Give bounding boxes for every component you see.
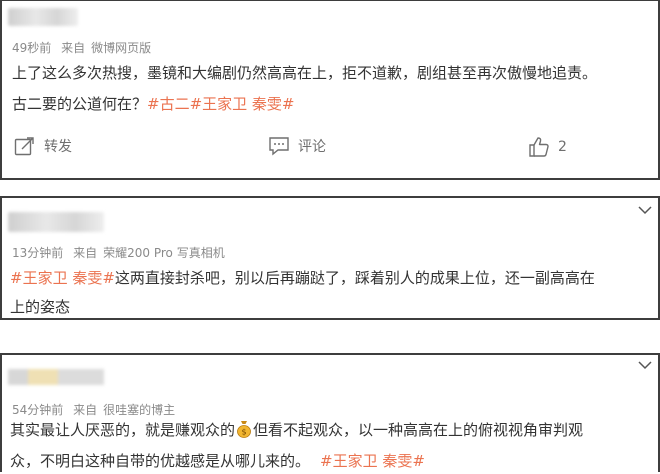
like-button[interactable]: 2 — [528, 136, 567, 158]
comment-line: 众，不明白这种自带的优越感是从哪儿来的。 #王家卫 秦雯# — [10, 448, 655, 474]
comment-text-fragment: 其实最让人厌恶的，就是赚观众的 — [10, 421, 236, 439]
username-blurred[interactable] — [8, 212, 104, 232]
svg-text:$: $ — [241, 428, 246, 437]
hashtag-link[interactable]: #王家卫 秦雯# — [320, 452, 425, 470]
comment-icon — [268, 136, 290, 156]
repost-button[interactable]: 转发 — [14, 136, 72, 156]
chevron-down-icon[interactable] — [638, 360, 652, 370]
hashtag-link[interactable]: #王家卫 秦雯# — [190, 95, 295, 113]
comment-card-3: 54分钟前 来自 很哇塞的博主 其实最让人厌恶的，就是赚观众的 $ 但看不起观众，… — [0, 353, 660, 472]
username-blurred[interactable] — [8, 367, 104, 387]
hashtag-link[interactable]: #古二 — [147, 95, 190, 113]
comment-meta: 13分钟前 来自 荣耀200 Pro 写真相机 — [12, 244, 231, 261]
timestamp: 54分钟前 — [12, 403, 64, 417]
hashtag-link[interactable]: #王家卫 秦雯# — [10, 269, 115, 287]
comment-line: 上了这么多次热搜，墨镜和大编剧仍然高高在上，拒不道歉，剧组甚至再次傲慢地追责。 — [12, 64, 598, 82]
money-bag-emoji: $ — [236, 420, 252, 446]
comment-text: 其实最让人厌恶的，就是赚观众的 $ 但看不起观众，以一种高高在上的俯视视角审判观… — [10, 417, 655, 474]
comment-label: 评论 — [298, 139, 326, 155]
source-prefix: 来自 — [61, 41, 86, 55]
repost-icon — [14, 136, 36, 156]
comment-button[interactable]: 评论 — [268, 136, 326, 156]
comment-text-fragment: 古二要的公道何在？ — [12, 95, 148, 113]
timestamp: 49秒前 — [12, 41, 52, 55]
source-client[interactable]: 很哇塞的博主 — [103, 403, 175, 417]
chevron-down-icon[interactable] — [638, 205, 652, 215]
comment-meta: 49秒前 来自 微博网页版 — [12, 39, 157, 56]
repost-label: 转发 — [44, 139, 72, 155]
like-count: 2 — [558, 139, 567, 155]
comment-text-fragment: 但看不起观众，以一种高高在上的俯视视角审判观 — [253, 421, 584, 439]
source-client[interactable]: 微博网页版 — [91, 41, 151, 55]
comment-text-fragment: 众，不明白这种自带的优越感是从哪儿来的。 — [10, 452, 311, 470]
comment-line: 其实最让人厌恶的，就是赚观众的 $ 但看不起观众，以一种高高在上的俯视视角审判观 — [10, 417, 655, 446]
username-blurred[interactable] — [8, 8, 78, 26]
comment-card-1: 49秒前 来自 微博网页版 上了这么多次热搜，墨镜和大编剧仍然高高在上，拒不道歉，… — [0, 0, 660, 180]
source-prefix: 来自 — [73, 403, 98, 417]
comment-text: 上了这么多次热搜，墨镜和大编剧仍然高高在上，拒不道歉，剧组甚至再次傲慢地追责。 … — [12, 60, 657, 117]
timestamp: 13分钟前 — [12, 246, 64, 260]
comment-card-2: 13分钟前 来自 荣耀200 Pro 写真相机 #王家卫 秦雯#这两直接封杀吧，别… — [0, 196, 660, 320]
comment-line: 古二要的公道何在？#古二#王家卫 秦雯# — [12, 91, 657, 117]
comment-text-fragment: 这两直接封杀吧，别以后再蹦跶了，踩着别人的成果上位，还一副高高在 — [114, 269, 595, 287]
comment-line: #王家卫 秦雯#这两直接封杀吧，别以后再蹦跶了，踩着别人的成果上位，还一副高高在 — [10, 265, 655, 291]
comment-text: #王家卫 秦雯#这两直接封杀吧，别以后再蹦跶了，踩着别人的成果上位，还一副高高在… — [10, 265, 655, 320]
comment-line: 上的姿态 — [10, 298, 71, 316]
source-prefix: 来自 — [73, 246, 98, 260]
comment-meta: 54分钟前 来自 很哇塞的博主 — [12, 401, 181, 418]
source-client[interactable]: 荣耀200 Pro 写真相机 — [103, 246, 225, 260]
like-icon — [528, 136, 550, 158]
